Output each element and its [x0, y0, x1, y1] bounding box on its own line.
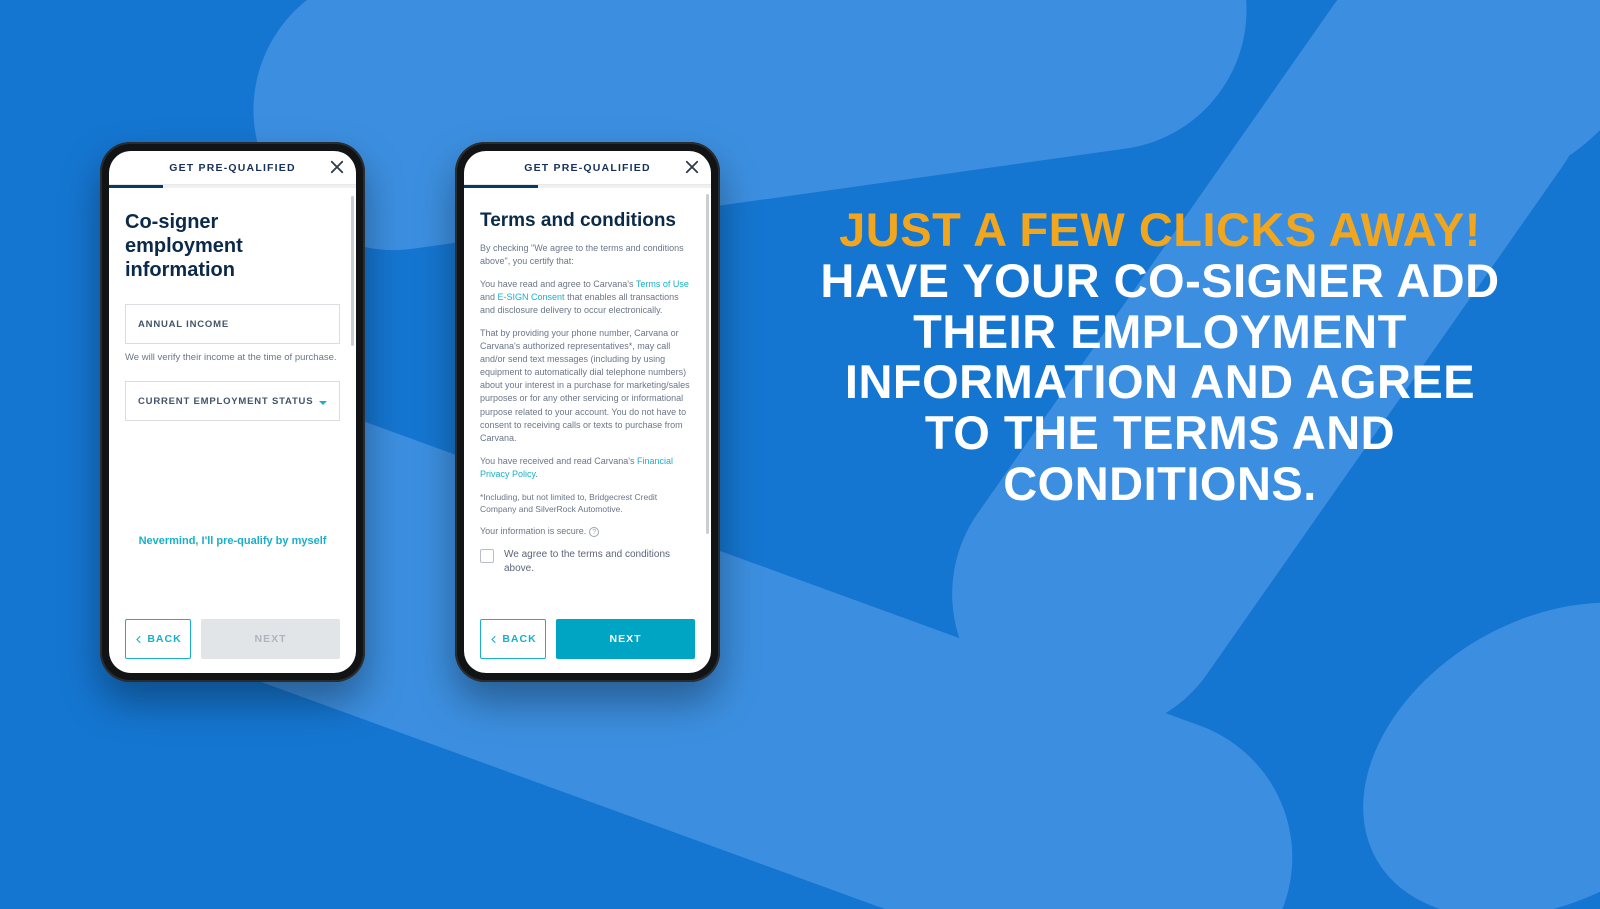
phone-screen: GET PRE-QUALIFIED Terms and conditions B…: [464, 151, 711, 673]
checkbox-label: We agree to the terms and conditions abo…: [504, 548, 695, 575]
back-button[interactable]: BACK: [480, 619, 546, 659]
modal-footer: BACK NEXT: [109, 607, 356, 673]
back-button[interactable]: BACK: [125, 619, 191, 659]
terms-read-agree: You have read and agree to Carvana's Ter…: [480, 278, 695, 317]
terms-phone-consent: That by providing your phone number, Car…: [480, 327, 695, 444]
scrollbar[interactable]: [706, 194, 709, 534]
terms-privacy: You have received and read Carvana's Fin…: [480, 455, 695, 481]
phone-screen: GET PRE-QUALIFIED Co-signer employment i…: [109, 151, 356, 673]
field-label: ANNUAL INCOME: [138, 319, 229, 330]
nevermind-link[interactable]: Nevermind, I'll pre-qualify by myself: [109, 535, 356, 547]
secure-note: Your information is secure.?: [480, 525, 695, 538]
modal-footer: BACK NEXT: [464, 607, 711, 673]
page-heading: Co-signer employment information: [125, 210, 340, 282]
next-button[interactable]: NEXT: [556, 619, 695, 659]
next-label: NEXT: [609, 633, 641, 645]
chevron-left-icon: [489, 635, 498, 644]
back-label: BACK: [147, 633, 181, 645]
next-button-disabled: NEXT: [201, 619, 340, 659]
agree-checkbox-row[interactable]: We agree to the terms and conditions abo…: [480, 548, 695, 575]
text: and: [480, 292, 498, 302]
chevron-left-icon: [134, 635, 143, 644]
modal-header: GET PRE-QUALIFIED: [109, 151, 356, 185]
chevron-down-icon: [317, 396, 329, 414]
terms-footnote: *Including, but not limited to, Bridgecr…: [480, 491, 695, 516]
modal-body: Terms and conditions By checking "We agr…: [464, 188, 711, 607]
checkbox-icon[interactable]: [480, 549, 494, 563]
text: You have read and agree to Carvana's: [480, 279, 636, 289]
back-label: BACK: [502, 633, 536, 645]
caption-rest: HAVE YOUR CO-SIGNER ADD THEIR EMPLOYMENT…: [820, 254, 1499, 510]
caption-text: JUST A FEW CLICKS AWAY! HAVE YOUR CO-SIG…: [820, 205, 1500, 510]
esign-consent-link[interactable]: E-SIGN Consent: [498, 292, 565, 302]
close-icon[interactable]: [683, 158, 701, 176]
page-heading: Terms and conditions: [480, 210, 695, 232]
employment-status-select[interactable]: CURRENT EMPLOYMENT STATUS: [125, 381, 340, 421]
phone-mockup-employment: GET PRE-QUALIFIED Co-signer employment i…: [100, 142, 365, 682]
slide-caption: JUST A FEW CLICKS AWAY! HAVE YOUR CO-SIG…: [820, 205, 1500, 510]
scrollbar[interactable]: [351, 196, 354, 346]
decor-swoosh: [1307, 539, 1600, 909]
terms-of-use-link[interactable]: Terms of Use: [636, 279, 689, 289]
info-icon[interactable]: ?: [589, 527, 599, 537]
terms-intro: By checking "We agree to the terms and c…: [480, 242, 695, 268]
phone-mockup-terms: GET PRE-QUALIFIED Terms and conditions B…: [455, 142, 720, 682]
text: You have received and read Carvana's: [480, 456, 637, 466]
modal-header: GET PRE-QUALIFIED: [464, 151, 711, 185]
marketing-slide: GET PRE-QUALIFIED Co-signer employment i…: [0, 0, 1600, 909]
modal-title: GET PRE-QUALIFIED: [524, 162, 651, 174]
caption-accent: JUST A FEW CLICKS AWAY!: [839, 203, 1481, 256]
text: .: [535, 469, 538, 479]
annual-income-field[interactable]: ANNUAL INCOME: [125, 304, 340, 344]
secure-text: Your information is secure.: [480, 526, 586, 536]
modal-body: Co-signer employment information ANNUAL …: [109, 188, 356, 607]
income-verify-hint: We will verify their income at the time …: [125, 352, 340, 363]
next-label: NEXT: [254, 633, 286, 645]
close-icon[interactable]: [328, 158, 346, 176]
field-label: CURRENT EMPLOYMENT STATUS: [138, 396, 313, 407]
modal-title: GET PRE-QUALIFIED: [169, 162, 296, 174]
